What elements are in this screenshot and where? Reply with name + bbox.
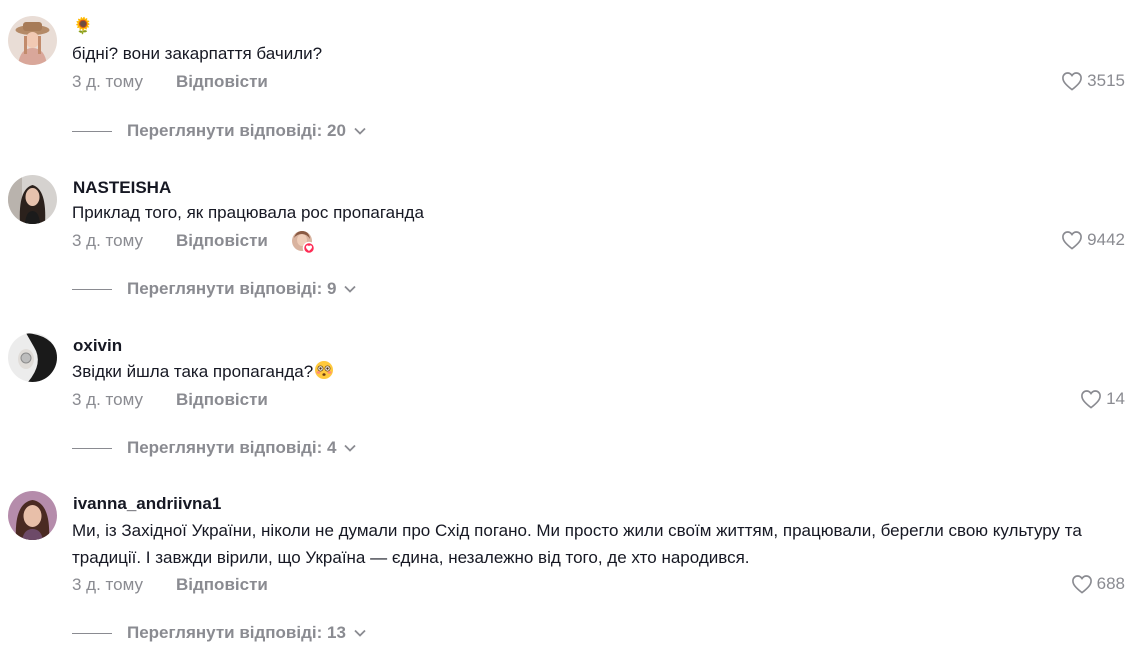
reply-button[interactable]: Відповісти	[176, 390, 268, 410]
comment-text: Ми, із Західної України, ніколи не думал…	[72, 521, 1082, 567]
heart-outline-icon	[1062, 231, 1083, 250]
avatar[interactable]	[8, 333, 57, 382]
heart-outline-icon	[1071, 575, 1092, 594]
divider-line	[72, 130, 112, 132]
creator-liked-badge	[292, 231, 316, 255]
view-replies-button[interactable]: Переглянути відповіді: 4	[72, 438, 357, 458]
divider-line	[72, 288, 112, 290]
like-count: 688	[1096, 574, 1125, 593]
comment-timestamp: 3 д. тому	[72, 72, 143, 91]
like-button[interactable]: 14	[1080, 389, 1125, 409]
like-button[interactable]: 688	[1071, 574, 1125, 594]
avatar[interactable]	[8, 491, 57, 540]
reply-button[interactable]: Відповісти	[176, 575, 268, 595]
comment-username[interactable]: ivanna_andriivna1	[73, 494, 221, 514]
chevron-down-icon	[354, 127, 366, 135]
view-replies-button[interactable]: Переглянути відповіді: 9	[72, 279, 357, 299]
view-replies-button[interactable]: Переглянути відповіді: 20	[72, 121, 366, 141]
reply-button[interactable]: Відповісти	[176, 231, 268, 251]
comment-username[interactable]: 🌻	[73, 16, 93, 36]
view-replies-label: Переглянути відповіді: 20	[127, 121, 346, 140]
heart-outline-icon	[1062, 72, 1083, 91]
comment-text: Приклад того, як працювала рос пропаганд…	[72, 203, 424, 222]
comment-timestamp: 3 д. тому	[72, 231, 143, 250]
reply-button[interactable]: Відповісти	[176, 72, 268, 92]
like-count: 14	[1106, 389, 1125, 408]
view-replies-label: Переглянути відповіді: 4	[127, 438, 337, 457]
view-replies-label: Переглянути відповіді: 9	[127, 279, 337, 298]
like-button[interactable]: 9442	[1061, 230, 1125, 250]
comment-timestamp: 3 д. тому	[72, 390, 143, 409]
like-button[interactable]: 3515	[1061, 71, 1125, 91]
divider-line	[72, 447, 112, 449]
like-count: 3515	[1087, 71, 1125, 90]
chevron-down-icon	[354, 629, 366, 637]
like-count: 9442	[1087, 230, 1125, 249]
comment-username[interactable]: oxivin	[73, 336, 122, 356]
comment-timestamp: 3 д. тому	[72, 575, 143, 594]
avatar[interactable]	[8, 175, 57, 224]
comment-text-body: Звідки йшла така пропаганда?	[72, 362, 314, 381]
comment-text: бідні? вони закарпаття бачили?	[72, 44, 323, 63]
divider-line	[72, 632, 112, 634]
avatar[interactable]	[8, 16, 57, 65]
comment-text: Звідки йшла така пропаганда?	[72, 358, 1132, 385]
view-replies-label: Переглянути відповіді: 13	[127, 623, 346, 642]
comment-username[interactable]: NASTEISHA	[73, 178, 171, 198]
heart-outline-icon	[1081, 390, 1101, 409]
view-replies-button[interactable]: Переглянути відповіді: 13	[72, 623, 366, 643]
flushed-face-emoji	[315, 361, 334, 379]
chevron-down-icon	[344, 444, 357, 452]
chevron-down-icon	[344, 285, 357, 293]
